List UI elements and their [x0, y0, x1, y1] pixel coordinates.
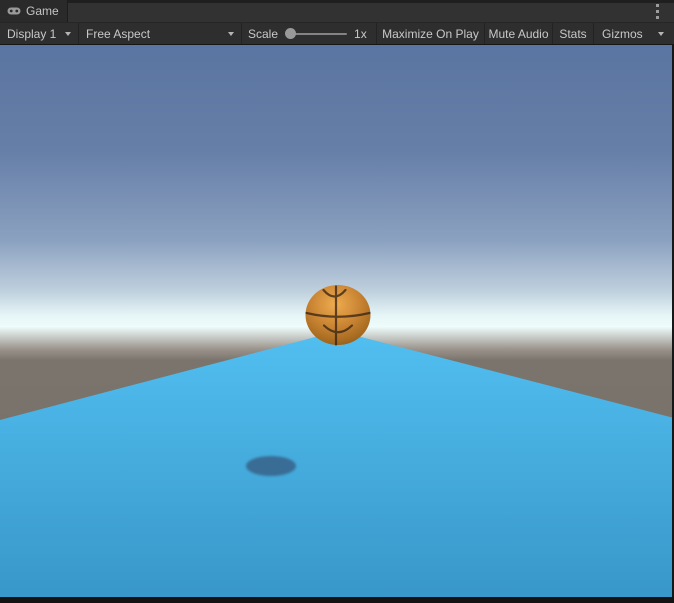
gamepad-icon [7, 6, 21, 16]
gizmos-dropdown[interactable]: Gizmos [594, 23, 674, 44]
mute-audio-button[interactable]: Mute Audio [485, 23, 552, 44]
tab-game[interactable]: Game [0, 0, 68, 22]
unity-game-view-window: Game Display 1 Free Aspect Scale 1x Maxi… [0, 0, 674, 603]
chevron-down-icon [658, 31, 664, 36]
display-dropdown-label: Display 1 [7, 26, 57, 41]
scale-control: Scale 1x [242, 23, 376, 44]
aspect-ratio-label: Free Aspect [86, 26, 151, 41]
display-dropdown[interactable]: Display 1 [0, 23, 78, 44]
scale-slider-knob[interactable] [285, 27, 297, 39]
scale-value: 1x [354, 26, 367, 41]
chevron-down-icon [65, 31, 71, 36]
scale-slider-track [294, 32, 348, 35]
scale-slider[interactable] [285, 23, 348, 45]
aspect-ratio-dropdown[interactable]: Free Aspect [79, 23, 241, 44]
tab-game-label: Game [26, 4, 59, 18]
maximize-on-play-button[interactable]: Maximize On Play [377, 23, 484, 44]
tab-bar: Game [0, 0, 674, 22]
game-viewport[interactable] [0, 45, 674, 603]
ball-shadow [246, 456, 296, 476]
basketball [305, 285, 371, 346]
rendered-scene [0, 45, 674, 603]
viewport-bottom-border [0, 597, 674, 603]
gizmos-label: Gizmos [602, 26, 643, 41]
kebab-menu-icon[interactable] [652, 4, 662, 19]
stats-button[interactable]: Stats [553, 23, 593, 44]
scale-label: Scale [248, 26, 279, 41]
chevron-down-icon [228, 31, 234, 36]
game-view-toolbar: Display 1 Free Aspect Scale 1x Maximize … [0, 22, 674, 45]
